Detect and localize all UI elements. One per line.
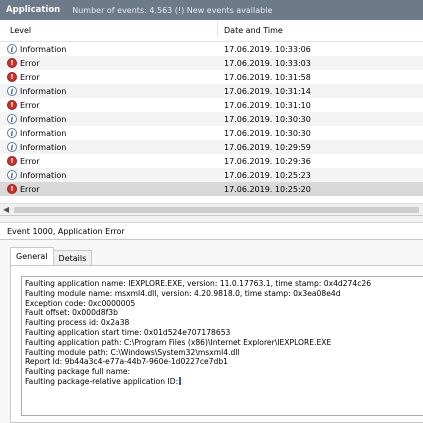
event-message-text: Faulting application name: IEXPLORE.EXE,… <box>25 279 421 387</box>
message-line: Faulting package full name: <box>25 367 421 377</box>
event-level-label: Information <box>20 170 67 180</box>
message-line-text: Faulting process id: 0x2a38 <box>25 318 130 328</box>
event-row[interactable]: i Information 17.06.2019. 10:33:06 <box>0 42 423 56</box>
event-log-titlebar: Application Number of events: 4.563 (!) … <box>0 0 423 20</box>
event-level-label: Information <box>20 44 67 54</box>
event-date-cell: 17.06.2019. 10:31:14 <box>224 86 311 96</box>
message-line: Faulting application start time: 0x01d52… <box>25 328 421 338</box>
error-icon: ! <box>7 156 17 166</box>
message-line-text: Faulting package-relative application ID… <box>25 376 179 386</box>
event-date-cell: 17.06.2019. 10:25:23 <box>224 170 311 180</box>
message-line-text: Report Id: 9b44a3c4-e77a-44b7-960e-1d022… <box>25 357 228 367</box>
log-name: Application <box>6 5 61 15</box>
message-line-text: Faulting application name: IEXPLORE.EXE,… <box>25 279 372 288</box>
event-row[interactable]: ! Error 17.06.2019. 10:31:58 <box>0 70 423 84</box>
event-level-label: Error <box>20 184 40 194</box>
event-level-cell: ! Error <box>0 156 218 166</box>
message-line-text: Faulting module name: msxml4.dll, versio… <box>25 288 341 298</box>
message-line: Faulting package-relative application ID… <box>25 376 421 387</box>
information-icon: i <box>7 44 17 54</box>
message-line: Report Id: 9b44a3c4-e77a-44b7-960e-1d022… <box>25 357 421 367</box>
event-row[interactable]: ! Error 17.06.2019. 10:31:10 <box>0 98 423 112</box>
event-level-label: Error <box>20 72 40 82</box>
tab-general[interactable]: General <box>10 247 54 265</box>
event-level-label: Error <box>20 156 40 166</box>
error-icon: ! <box>7 100 17 110</box>
information-icon: i <box>7 86 17 96</box>
information-icon: i <box>7 114 17 124</box>
event-level-cell: i Information <box>0 142 218 152</box>
error-icon: ! <box>7 184 17 194</box>
message-line: Faulting application name: IEXPLORE.EXE,… <box>25 279 421 289</box>
text-caret <box>179 376 182 385</box>
event-level-label: Error <box>20 58 40 68</box>
message-line: Faulting module name: msxml4.dll, versio… <box>25 289 421 299</box>
detail-tabs: General Details <box>10 247 93 265</box>
event-level-cell: ! Error <box>0 184 218 194</box>
event-list-header: Level Date and Time <box>0 20 423 42</box>
message-line-text: Faulting module path: C:\Windows\System3… <box>25 347 240 357</box>
event-date-cell: 17.06.2019. 10:30:30 <box>224 128 311 138</box>
message-line: Faulting application path: C:\Program Fi… <box>25 338 421 348</box>
error-icon: ! <box>7 72 17 82</box>
event-level-cell: ! Error <box>0 72 218 82</box>
event-row[interactable]: i Information 17.06.2019. 10:30:30 <box>0 126 423 140</box>
event-row[interactable]: ! Error 17.06.2019. 10:29:36 <box>0 154 423 168</box>
error-icon: ! <box>7 58 17 68</box>
scrollbar-thumb[interactable] <box>14 207 419 213</box>
message-line: Exception code: 0xc0000005 <box>25 299 421 309</box>
event-date-cell: 17.06.2019. 10:33:03 <box>224 58 311 68</box>
event-row[interactable]: i Information 17.06.2019. 10:29:59 <box>0 140 423 154</box>
event-date-cell: 17.06.2019. 10:29:59 <box>224 142 311 152</box>
event-date-cell: 17.06.2019. 10:31:10 <box>224 100 311 110</box>
event-detail-pane: General Details Faulting application nam… <box>0 240 423 423</box>
horizontal-scrollbar[interactable]: ◀ <box>0 203 423 215</box>
event-date-cell: 17.06.2019. 10:25:20 <box>224 184 311 194</box>
pane-splitter[interactable] <box>0 216 423 223</box>
event-list[interactable]: Level Date and Time i Information 17.06.20… <box>0 20 423 216</box>
information-icon: i <box>7 128 17 138</box>
event-row[interactable]: i Information 17.06.2019. 10:25:23 <box>0 168 423 182</box>
message-line-text: Fault offset: 0x000d8f3b <box>25 308 118 318</box>
event-level-cell: i Information <box>0 44 218 54</box>
tab-details[interactable]: Details <box>52 250 93 265</box>
information-icon: i <box>7 170 17 180</box>
event-count-status[interactable]: Number of events: 4.563 (!) New events a… <box>72 6 272 15</box>
event-level-cell: i Information <box>0 86 218 96</box>
message-line: Faulting process id: 0x2a38 <box>25 318 421 328</box>
message-line-text: Faulting application path: C:\Program Fi… <box>25 337 332 347</box>
event-row[interactable]: ! Error 17.06.2019. 10:33:03 <box>0 56 423 70</box>
event-date-cell: 17.06.2019. 10:29:36 <box>224 156 311 166</box>
event-row[interactable]: i Information 17.06.2019. 10:31:14 <box>0 84 423 98</box>
event-date-cell: 17.06.2019. 10:31:58 <box>224 72 311 82</box>
event-rows: i Information 17.06.2019. 10:33:06! Error 17… <box>0 42 423 196</box>
event-level-cell: ! Error <box>0 100 218 110</box>
event-date-cell: 17.06.2019. 10:30:30 <box>224 114 311 124</box>
scroll-left-icon[interactable]: ◀ <box>3 205 9 214</box>
message-line: Faulting module path: C:\Windows\System3… <box>25 348 421 358</box>
event-level-cell: i Information <box>0 128 218 138</box>
event-level-cell: ! Error <box>0 58 218 68</box>
event-level-label: Information <box>20 114 67 124</box>
column-header-level[interactable]: Level <box>0 20 218 37</box>
event-level-label: Error <box>20 100 40 110</box>
event-level-cell: i Information <box>0 170 218 180</box>
event-row[interactable]: ! Error 17.06.2019. 10:25:20 <box>0 182 423 196</box>
message-line-text: Faulting application start time: 0x01d52… <box>25 327 231 337</box>
event-row[interactable]: i Information 17.06.2019. 10:30:30 <box>0 112 423 126</box>
message-line-text: Exception code: 0xc0000005 <box>25 298 136 308</box>
event-level-cell: i Information <box>0 114 218 124</box>
event-detail-title: Event 1000, Application Error <box>0 223 423 240</box>
event-level-label: Information <box>20 128 67 138</box>
message-line: Fault offset: 0x000d8f3b <box>25 308 421 318</box>
general-tab-panel: Faulting application name: IEXPLORE.EXE,… <box>10 265 423 423</box>
event-level-label: Information <box>20 86 67 96</box>
event-date-cell: 17.06.2019. 10:33:06 <box>224 44 311 54</box>
message-line-text: Faulting package full name: <box>25 367 131 377</box>
column-header-date[interactable]: Date and Time <box>218 20 283 37</box>
event-message-box[interactable]: Faulting application name: IEXPLORE.EXE,… <box>21 276 423 416</box>
event-level-label: Information <box>20 142 67 152</box>
information-icon: i <box>7 142 17 152</box>
